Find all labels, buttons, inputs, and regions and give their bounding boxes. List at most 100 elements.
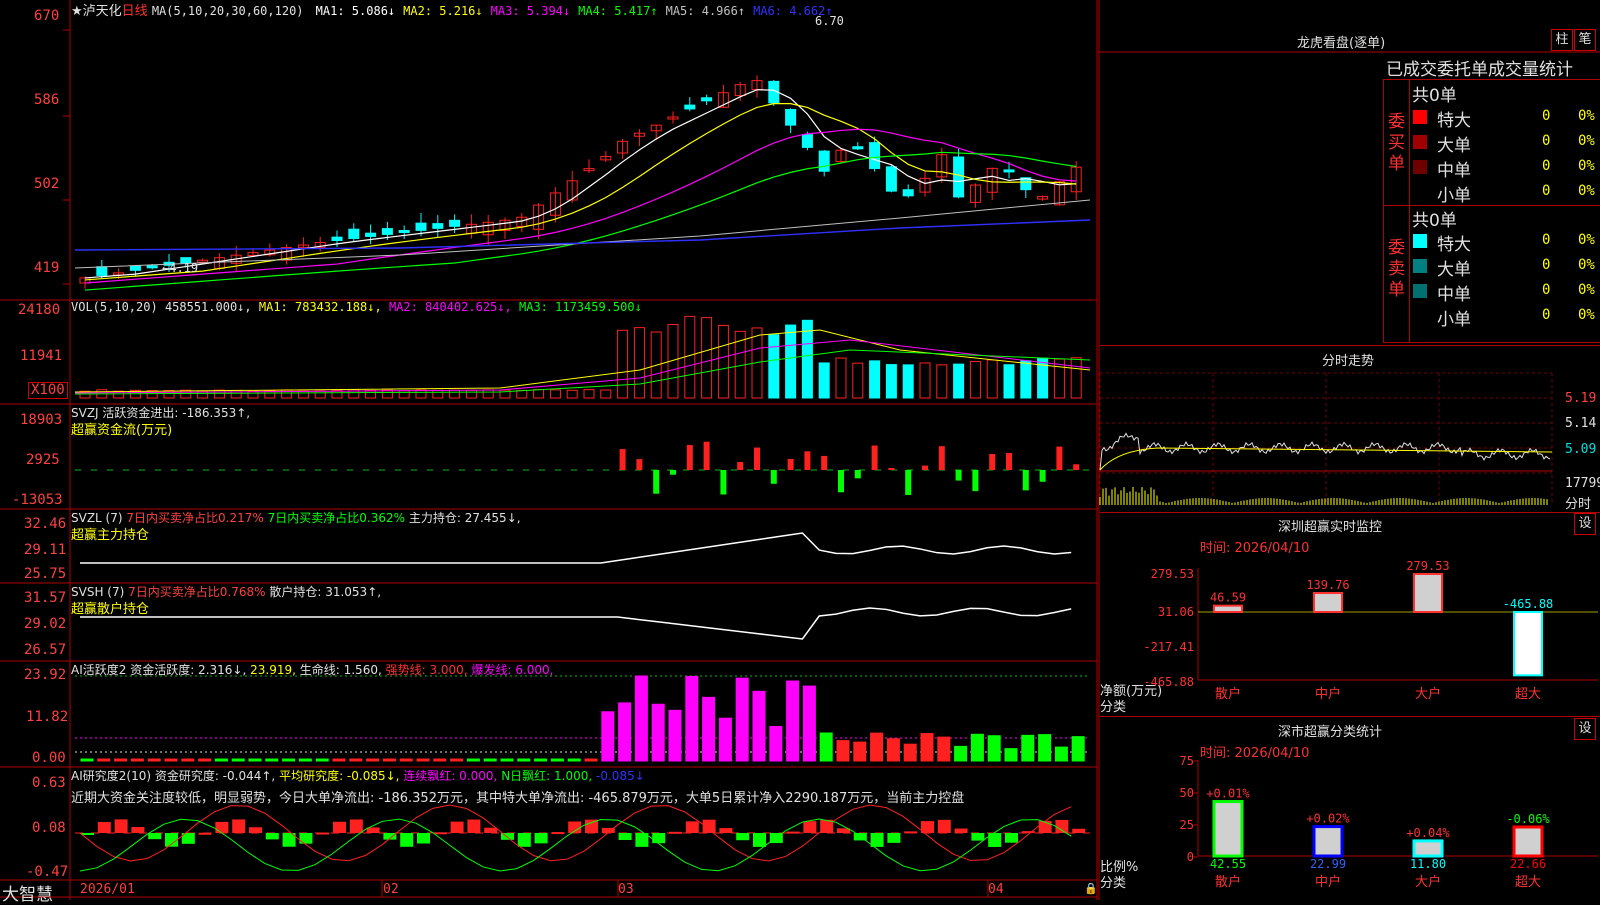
candle xyxy=(415,222,427,231)
ai-active-bar xyxy=(1054,746,1068,762)
monitor-ytick: 31.06 xyxy=(1158,605,1194,619)
ai-active-bar xyxy=(366,758,380,762)
longhu-tabs[interactable]: 已成交委托单成交量统计 xyxy=(1386,55,1573,80)
legend-swatch xyxy=(1413,259,1427,273)
svzj-bar xyxy=(922,465,928,470)
class-ytick: 25 xyxy=(1180,818,1194,832)
ai-active-bar xyxy=(298,758,312,762)
svzj-bar xyxy=(1039,470,1046,482)
svzj-bar xyxy=(938,446,945,470)
order-size-label: 特大 xyxy=(1437,111,1471,131)
vol-bar xyxy=(314,390,326,399)
minute-price-label: 5.19 xyxy=(1565,391,1597,406)
ai-active-bar xyxy=(651,703,665,762)
monitor-category-label: 散户 xyxy=(1215,686,1241,702)
class-category-label: 超大 xyxy=(1515,875,1541,890)
sz-class-settings-button[interactable]: 设 xyxy=(1574,718,1596,740)
vol-bar xyxy=(617,329,629,399)
class-change-label: +0.01% xyxy=(1206,787,1250,801)
research-bar xyxy=(97,822,111,833)
research-bar xyxy=(417,833,430,844)
vol-bar xyxy=(936,364,948,399)
date-label: 04 xyxy=(988,882,1004,897)
price-axis-label: 502 xyxy=(34,176,60,192)
high-price-mark: 6.70 xyxy=(815,14,844,28)
research-bar xyxy=(719,828,733,833)
stock-name[interactable]: ★泸天化 xyxy=(71,4,122,19)
period-label[interactable]: 日线 xyxy=(122,4,148,19)
candle xyxy=(801,134,813,148)
ai-active-bar xyxy=(920,733,934,762)
class-bar xyxy=(1512,825,1544,858)
monitor-category-label: 中户 xyxy=(1315,686,1341,702)
ai-active-bar xyxy=(870,732,884,762)
ai-active-bar xyxy=(80,758,94,762)
svzj-bar xyxy=(737,461,744,470)
candle xyxy=(129,265,141,271)
ai-active-bar xyxy=(987,735,1001,762)
brand-label[interactable]: 大智慧 xyxy=(2,880,53,905)
ma-line xyxy=(84,151,1077,291)
svzj-bar xyxy=(1056,446,1063,470)
ai-active-bar xyxy=(399,758,413,762)
vol-bar xyxy=(432,389,444,399)
sz-class-ylabel2: 分类 xyxy=(1100,876,1127,891)
research-bar xyxy=(618,833,632,841)
svsh-line xyxy=(80,607,1072,640)
minute-price-line xyxy=(1099,432,1551,471)
svzj-bar xyxy=(888,467,895,470)
class-ytick: 0 xyxy=(1187,850,1194,864)
research-bar xyxy=(971,833,985,841)
main-chart-canvas[interactable] xyxy=(0,0,1098,900)
ai-research-axis: 0.63 xyxy=(32,775,66,791)
vol-bar xyxy=(969,361,981,399)
minute-title: 分时走势 xyxy=(1322,354,1375,369)
vol-header: VOL(5,10,20) 458551.000↓, MA1: 783432.18… xyxy=(71,300,642,314)
svzj-bar xyxy=(686,445,693,470)
lock-icon[interactable]: 🔒 xyxy=(1084,882,1098,895)
candle xyxy=(885,166,897,192)
app-window: 670 586 502 419 ★泸天化日线 MA(5,10,20,30,60,… xyxy=(0,0,1600,905)
candle xyxy=(818,150,830,172)
tick-mode-button[interactable]: 笔 xyxy=(1574,29,1596,51)
candle xyxy=(331,236,343,241)
vol-bar xyxy=(701,317,713,399)
vol-bar xyxy=(633,327,645,399)
research-bar xyxy=(467,819,481,833)
order-count: 0 xyxy=(1542,257,1551,273)
vol-bar xyxy=(113,390,125,399)
ai-active-bar xyxy=(802,685,816,762)
svzj-bar xyxy=(1022,470,1029,491)
sz-monitor-ylabel2: 分类 xyxy=(1100,700,1127,715)
ai-active-bar xyxy=(97,758,111,762)
kline-header: ★泸天化日线 MA(5,10,20,30,60,120) MA1: 5.086↓… xyxy=(71,0,833,19)
candle xyxy=(197,259,209,263)
ai-active-bar xyxy=(752,690,766,762)
class-ytick: 50 xyxy=(1180,786,1194,800)
sell-group-label: 委卖单 xyxy=(1388,238,1405,300)
monitor-ytick: -217.41 xyxy=(1143,640,1194,654)
candle xyxy=(869,142,881,170)
vol-bar xyxy=(869,360,881,399)
candle xyxy=(348,228,360,239)
price-axis-label: 586 xyxy=(34,92,60,108)
order-percent: 0% xyxy=(1578,183,1595,199)
ai-active-bar xyxy=(517,758,531,762)
svzj-axis: 18903 xyxy=(20,412,63,428)
order-percent: 0% xyxy=(1578,133,1595,149)
vol-bar xyxy=(785,324,797,399)
sz-monitor-settings-button[interactable]: 设 xyxy=(1574,513,1596,535)
class-change-label: +0.02% xyxy=(1306,812,1350,826)
vol-unit[interactable]: X100 xyxy=(28,382,68,399)
research-bar xyxy=(265,833,279,840)
monitor-bar xyxy=(1213,604,1243,614)
research-bar xyxy=(904,831,918,834)
candle xyxy=(432,223,444,229)
monitor-ytick: 279.53 xyxy=(1151,567,1194,581)
order-size-label: 大单 xyxy=(1437,136,1471,156)
research-bar xyxy=(786,831,800,834)
vol-bar xyxy=(415,389,427,399)
research-bar xyxy=(484,827,498,833)
research-bar xyxy=(232,819,246,833)
bar-mode-button[interactable]: 柱 xyxy=(1551,29,1573,51)
